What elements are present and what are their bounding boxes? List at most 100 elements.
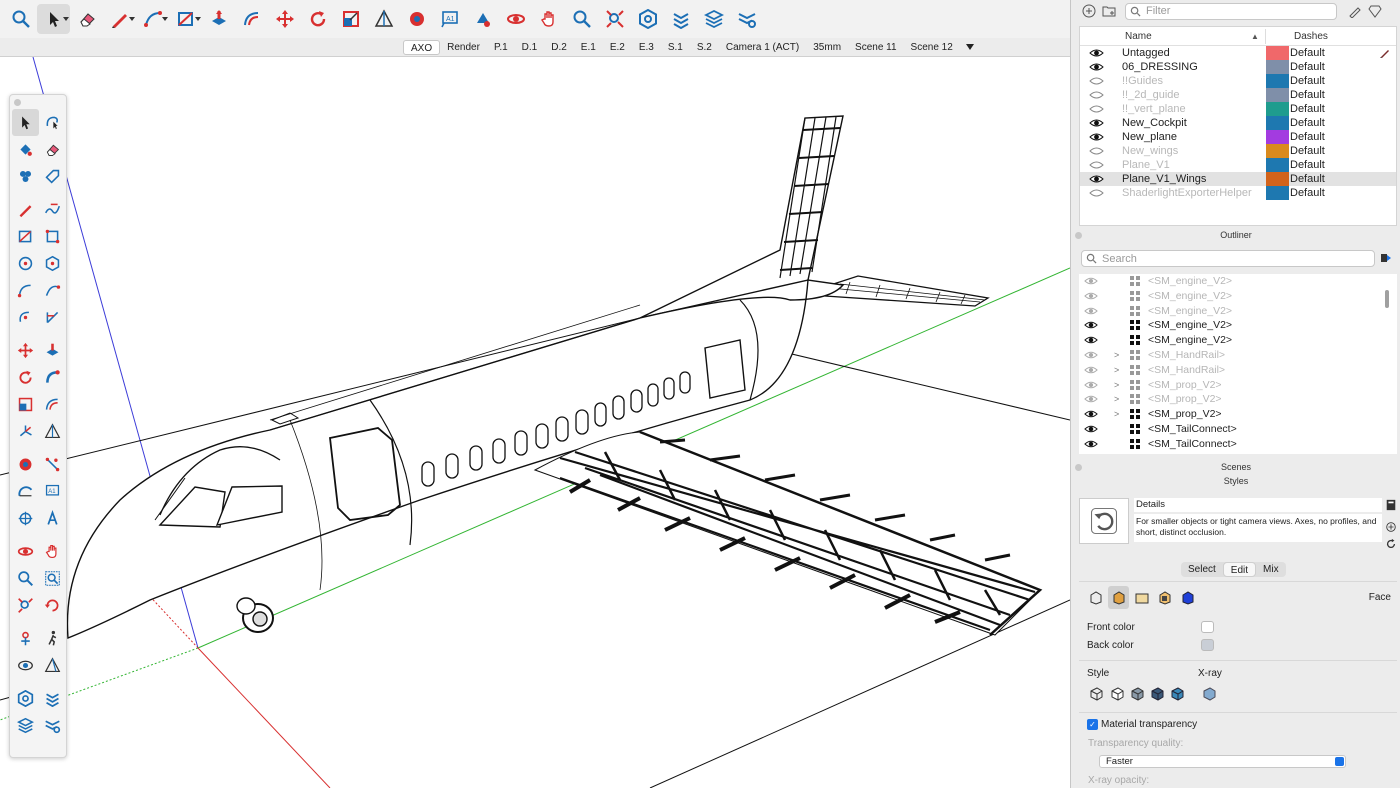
tag-color-swatch[interactable] <box>1266 172 1289 186</box>
circle-icon[interactable] <box>12 250 39 277</box>
tag-row[interactable]: New_Cockpit Default <box>1080 116 1396 130</box>
pencil-line-icon[interactable] <box>103 4 136 34</box>
arc-icon[interactable] <box>12 277 39 304</box>
scene-tab-35mm[interactable]: 35mm <box>806 40 848 55</box>
style-name-field[interactable]: Details <box>1134 498 1382 512</box>
tag-row[interactable]: Plane_V1_Wings Default <box>1080 172 1396 186</box>
tag-name[interactable]: !!_2d_guide <box>1122 88 1180 102</box>
tag-name[interactable]: New_Cockpit <box>1122 116 1187 130</box>
tag-dashes[interactable]: Default <box>1290 88 1325 102</box>
outliner-row[interactable]: > <SM_prop_V2> <box>1079 378 1397 393</box>
tag-color-swatch[interactable] <box>1266 60 1289 74</box>
zoom-extents-icon[interactable] <box>598 4 631 34</box>
scene-more-icon[interactable] <box>965 44 974 50</box>
tag-row[interactable]: Plane_V1 Default <box>1080 158 1396 172</box>
scene-tab-axo[interactable]: AXO <box>403 39 441 55</box>
extension-warehouse-icon[interactable] <box>664 4 697 34</box>
eye-hidden-icon[interactable] <box>1084 365 1098 375</box>
style-thumbnail[interactable] <box>1079 498 1129 544</box>
extension-manager-icon[interactable] <box>39 712 66 739</box>
outliner-entity-name[interactable]: <SM_engine_V2> <box>1148 318 1232 333</box>
tag-row[interactable]: Untagged Default <box>1080 46 1396 60</box>
rotate-icon[interactable] <box>301 4 334 34</box>
polygon-icon[interactable] <box>39 250 66 277</box>
outliner-entity-name[interactable]: <SM_TailConnect> <box>1148 422 1237 437</box>
tag-dashes[interactable]: Default <box>1290 144 1325 158</box>
tag-dashes[interactable]: Default <box>1290 130 1325 144</box>
tag-name[interactable]: New_plane <box>1122 130 1177 144</box>
layers-stack-icon[interactable] <box>12 712 39 739</box>
freehand-icon[interactable] <box>39 196 66 223</box>
scene-tab-render[interactable]: Render <box>440 40 487 55</box>
tag-name[interactable]: !!_vert_plane <box>1122 102 1186 116</box>
scene-tab-e2[interactable]: E.2 <box>603 40 632 55</box>
scale-icon[interactable] <box>12 391 39 418</box>
text-label-icon[interactable]: A1 <box>433 4 466 34</box>
orbit-icon[interactable] <box>12 538 39 565</box>
tag-color-swatch[interactable] <box>1266 102 1289 116</box>
face-settings-icon[interactable] <box>1108 586 1129 609</box>
pan-hand-icon[interactable] <box>532 4 565 34</box>
rotate-icon[interactable] <box>12 364 39 391</box>
scenes-title[interactable]: Scenes <box>1071 462 1400 472</box>
lasso-select-icon[interactable] <box>39 109 66 136</box>
col-name-header[interactable]: Name <box>1125 31 1152 42</box>
tag-dashes[interactable]: Default <box>1290 46 1325 60</box>
paint-bucket-icon[interactable] <box>12 136 39 163</box>
outliner-title[interactable]: Outliner <box>1071 230 1400 240</box>
tab-edit[interactable]: Edit <box>1222 562 1257 577</box>
rotated-rectangle-icon[interactable] <box>39 223 66 250</box>
eye-hidden-icon[interactable] <box>1089 160 1104 170</box>
axes-icon[interactable] <box>12 418 39 445</box>
eraser-icon[interactable] <box>70 4 103 34</box>
push-pull-icon[interactable] <box>202 4 235 34</box>
tag-name[interactable]: 06_DRESSING <box>1122 60 1198 74</box>
monochrome-style-icon[interactable] <box>1168 684 1187 703</box>
eye-visible-icon[interactable] <box>1089 62 1104 72</box>
outliner-row[interactable]: > <SM_prop_V2> <box>1079 392 1397 407</box>
extension-warehouse-icon[interactable] <box>39 685 66 712</box>
follow-me-icon[interactable] <box>39 364 66 391</box>
two-point-arc-icon[interactable] <box>39 277 66 304</box>
tag-row[interactable]: !!_2d_guide Default <box>1080 88 1396 102</box>
outliner-entity-name[interactable]: <SM_engine_V2> <box>1148 289 1232 304</box>
outliner-row[interactable]: > <SM_HandRail> <box>1079 348 1397 363</box>
scene-tab-scene11[interactable]: Scene 11 <box>848 40 904 55</box>
eye-visible-icon[interactable] <box>1089 132 1104 142</box>
expand-chevron-icon[interactable]: > <box>1114 348 1119 363</box>
modeling-settings-icon[interactable] <box>1177 586 1198 609</box>
3d-text-icon[interactable] <box>39 505 66 532</box>
section-plane-icon[interactable] <box>367 4 400 34</box>
scene-tab-s1[interactable]: S.1 <box>661 40 690 55</box>
extension-manager-icon[interactable] <box>730 4 763 34</box>
shaded-style-icon[interactable] <box>1128 684 1147 703</box>
paint-icon[interactable] <box>466 4 499 34</box>
look-around-icon[interactable] <box>12 652 39 679</box>
style-details-icon[interactable] <box>1385 499 1397 511</box>
tag-color-swatch[interactable] <box>1266 158 1289 172</box>
tab-mix[interactable]: Mix <box>1256 562 1286 577</box>
tag-details-icon[interactable] <box>1367 3 1383 19</box>
eye-visible-icon[interactable] <box>1084 439 1098 449</box>
expand-chevron-icon[interactable]: > <box>1114 392 1119 407</box>
move-icon[interactable] <box>12 337 39 364</box>
tag-row[interactable]: ShaderlightExporterHelper Default <box>1080 186 1396 200</box>
text-label-icon[interactable]: A1 <box>39 478 66 505</box>
scene-tab-e3[interactable]: E.3 <box>632 40 661 55</box>
pan-hand-icon[interactable] <box>39 538 66 565</box>
outliner-entity-name[interactable]: <SM_engine_V2> <box>1148 333 1232 348</box>
outliner-entity-name[interactable]: <SM_HandRail> <box>1148 363 1225 378</box>
outliner-entity-name[interactable]: <SM_engine_V2> <box>1148 274 1232 289</box>
eye-hidden-icon[interactable] <box>1089 104 1104 114</box>
orbit-icon[interactable] <box>499 4 532 34</box>
outliner-row[interactable]: > <SM_prop_V2> <box>1079 407 1397 422</box>
tag-row[interactable]: !!_vert_plane Default <box>1080 102 1396 116</box>
edge-settings-icon[interactable] <box>1085 586 1106 609</box>
eye-visible-icon[interactable] <box>1089 118 1104 128</box>
tag-name[interactable]: !!Guides <box>1122 74 1163 88</box>
warehouse-icon[interactable] <box>631 4 664 34</box>
eye-visible-icon[interactable] <box>1084 335 1098 345</box>
eye-visible-icon[interactable] <box>1084 320 1098 330</box>
expand-chevron-icon[interactable]: > <box>1114 378 1119 393</box>
tab-select[interactable]: Select <box>1181 562 1223 577</box>
